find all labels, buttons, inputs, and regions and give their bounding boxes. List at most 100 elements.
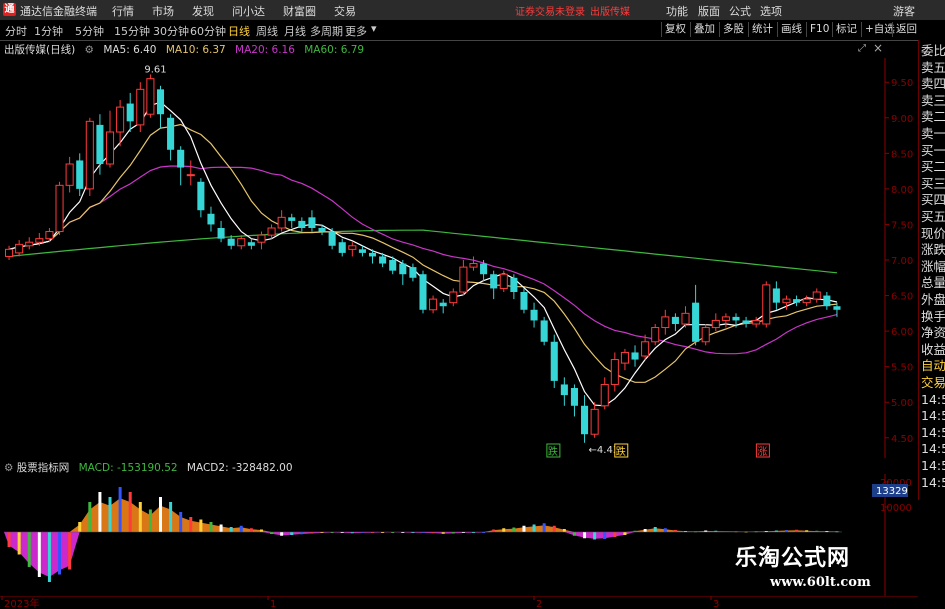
candle[interactable] (742, 316, 750, 328)
candle[interactable] (701, 324, 710, 346)
candle[interactable] (65, 156, 74, 193)
candle[interactable] (550, 334, 558, 388)
menu-quotes[interactable]: 行情 (112, 3, 134, 19)
period-multi[interactable]: 多周期 (310, 23, 343, 39)
candle[interactable] (277, 210, 286, 232)
sidebar-item[interactable]: 外盘 (921, 293, 945, 307)
sidebar-item[interactable]: 净资 (921, 326, 945, 340)
candle[interactable] (96, 114, 104, 175)
menu-trade[interactable]: 交易 (334, 3, 356, 19)
back-button[interactable]: 返回 (892, 22, 920, 37)
candle[interactable] (570, 384, 578, 417)
menu-discover[interactable]: 发现 (192, 3, 214, 19)
candle[interactable] (600, 377, 609, 410)
candle[interactable] (105, 110, 115, 168)
menu-market[interactable]: 市场 (152, 3, 174, 19)
sidebar-item[interactable]: 买二 (921, 160, 945, 174)
sidebar-item[interactable]: 买五 (921, 210, 945, 224)
candle[interactable] (540, 316, 548, 346)
candle[interactable] (419, 270, 427, 314)
candle[interactable] (267, 224, 276, 239)
guest-button[interactable]: 游客 (893, 3, 915, 19)
sidebar-item[interactable]: 卖二 (921, 110, 945, 124)
period-weekly[interactable]: 周线 (256, 23, 278, 39)
candle[interactable] (439, 299, 447, 314)
stats-button[interactable]: 统计 (748, 22, 776, 37)
adjust-button[interactable]: 复权 (661, 22, 689, 37)
candle[interactable] (167, 114, 175, 161)
candle[interactable] (692, 284, 700, 346)
candle[interactable] (590, 402, 599, 438)
candle[interactable] (45, 228, 54, 243)
candle[interactable] (581, 395, 589, 443)
candle[interactable] (308, 210, 316, 232)
sidebar-item[interactable]: 14:5 (921, 475, 945, 490)
sidebar-item[interactable]: 14:50 (921, 425, 945, 440)
period-5min[interactable]: 5分钟 (75, 23, 104, 39)
sidebar-item[interactable]: 14:50 (921, 392, 945, 407)
more-dropdown-icon[interactable]: ▾ (371, 22, 377, 35)
candle[interactable] (510, 274, 518, 300)
candle[interactable] (651, 324, 660, 346)
period-tick[interactable]: 分时 (5, 23, 27, 39)
candle[interactable] (641, 334, 650, 360)
options-button[interactable]: 选项 (760, 3, 782, 19)
menu-wealth[interactable]: 财富圈 (283, 3, 316, 19)
candle[interactable] (681, 306, 690, 328)
candle[interactable] (5, 245, 14, 260)
candle[interactable] (520, 288, 528, 314)
menu-ask[interactable]: 问小达 (232, 3, 265, 19)
sidebar-item[interactable]: 买三 (921, 176, 945, 191)
candle[interactable] (136, 82, 145, 132)
period-15min[interactable]: 15分钟 (114, 23, 150, 39)
sidebar-item[interactable]: 交易 (921, 376, 945, 390)
candlestick-chart[interactable]: 9.61←4.43跌跌涨 9.509.008.508.007.507.006.5… (0, 58, 918, 458)
candle[interactable] (15, 240, 24, 257)
candle[interactable] (469, 256, 478, 271)
candle[interactable] (247, 238, 255, 250)
sidebar-item[interactable]: 自动 (921, 359, 945, 373)
sidebar-item[interactable]: 现价 (921, 226, 945, 241)
mark-button[interactable]: 标记 (832, 22, 860, 37)
candle[interactable] (197, 178, 205, 218)
settings-gear-icon[interactable]: ⚙ (85, 44, 94, 56)
candle[interactable] (671, 313, 679, 332)
sidebar-item[interactable]: 14:50 (921, 459, 945, 473)
candle[interactable] (429, 295, 438, 314)
pane-expand-icon[interactable]: ⤢ (858, 43, 866, 54)
sidebar-item[interactable]: 卖一 (921, 127, 945, 141)
pane-close-icon[interactable]: × (873, 41, 883, 55)
candle[interactable] (409, 263, 417, 282)
period-daily[interactable]: 日线 (228, 23, 250, 39)
candle[interactable] (711, 313, 720, 332)
period-30min[interactable]: 30分钟 (153, 23, 189, 39)
sidebar-item[interactable]: 买一 (921, 143, 945, 158)
sidebar-item[interactable]: 委比 (921, 44, 945, 58)
candle[interactable] (207, 206, 215, 232)
sidebar-item[interactable]: 卖三 (921, 93, 945, 108)
candle[interactable] (186, 160, 195, 186)
candle[interactable] (620, 348, 629, 371)
candle[interactable] (661, 309, 670, 335)
draw-line-button[interactable]: 画线 (777, 22, 805, 37)
multi-stock-button[interactable]: 多股 (719, 22, 747, 37)
login-warning[interactable]: 证券交易未登录 (515, 3, 585, 18)
candle[interactable] (793, 295, 801, 307)
candle[interactable] (490, 270, 498, 300)
candle[interactable] (156, 85, 165, 129)
overlay-button[interactable]: 叠加 (690, 22, 718, 37)
sidebar-item[interactable]: 14:50 (921, 442, 945, 456)
candle[interactable] (298, 217, 306, 232)
candle[interactable] (449, 288, 458, 307)
f10-button[interactable]: F10 (806, 22, 832, 37)
candle[interactable] (499, 270, 508, 292)
sidebar-item[interactable]: 买四 (921, 193, 945, 207)
sidebar-item[interactable]: 涨幅 (921, 259, 945, 274)
function-button[interactable]: 功能 (666, 3, 688, 19)
candle[interactable] (146, 74, 155, 118)
candle[interactable] (237, 235, 246, 250)
candle[interactable] (288, 213, 296, 228)
candle[interactable] (76, 153, 84, 196)
sidebar-item[interactable]: 卖四 (921, 77, 945, 91)
candle[interactable] (823, 292, 831, 310)
